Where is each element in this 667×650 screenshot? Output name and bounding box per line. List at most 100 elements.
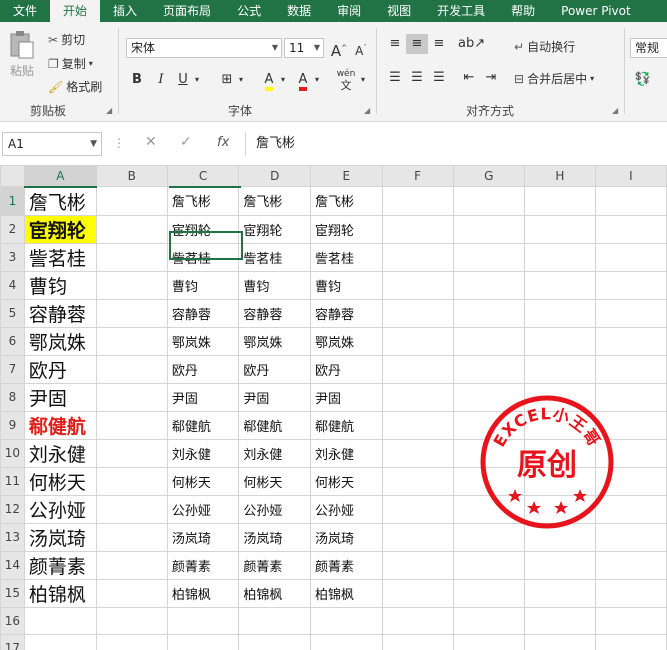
cell-f13[interactable] [381,522,454,552]
cell-e13[interactable]: 汤岚琦 [310,522,383,552]
cell-i4[interactable] [594,270,667,300]
cell-i16[interactable] [594,606,667,635]
font-launcher-icon[interactable]: ◢ [364,106,370,115]
column-header-d[interactable]: D [238,165,311,187]
cell-e3[interactable]: 訾茗桂 [310,242,383,272]
cell-f11[interactable] [381,466,454,496]
cell-a17[interactable] [23,633,97,650]
tab-data[interactable]: 数据 [274,0,324,22]
cell-b16[interactable] [95,606,168,635]
font-size-select[interactable]: 11 ▼ [284,38,324,58]
row-header[interactable]: 2 [0,214,25,244]
cell-f15[interactable] [381,578,454,608]
cell-d14[interactable]: 颜菁素 [238,550,311,580]
align-bottom-button[interactable]: ≡ [428,34,450,54]
cell-h4[interactable] [523,270,596,300]
cell-d16[interactable] [238,606,311,635]
cell-c10[interactable]: 刘永健 [166,438,240,468]
cell-g3[interactable] [452,242,525,272]
cell-g16[interactable] [452,606,525,635]
cell-i2[interactable] [594,214,667,244]
row-header[interactable]: 7 [0,354,25,384]
phonetic-dropdown[interactable]: ▾ [358,70,368,90]
cell-b10[interactable] [95,438,168,468]
cell-d1[interactable]: 詹飞彬 [238,186,311,216]
name-box[interactable]: A1 ▼ [2,132,102,156]
cell-c15[interactable]: 柏锦枫 [166,578,240,608]
paste-button[interactable]: 粘贴 [8,30,36,79]
cell-c9[interactable]: 郗健航 [166,410,240,440]
cell-i15[interactable] [594,578,667,608]
cell-b14[interactable] [95,550,168,580]
cell-d12[interactable]: 公孙娅 [238,494,311,524]
phonetic-button[interactable]: wén 文 [332,68,360,92]
decrease-font-size-button[interactable]: Aˇ [350,38,372,58]
cell-h6[interactable] [523,326,596,356]
tab-home[interactable]: 开始 [50,0,101,22]
tab-formulas[interactable]: 公式 [224,0,274,22]
cell-g6[interactable] [452,326,525,356]
cell-c14[interactable]: 颜菁素 [166,550,240,580]
cell-b13[interactable] [95,522,168,552]
cell-d15[interactable]: 柏锦枫 [238,578,311,608]
cell-d13[interactable]: 汤岚琦 [238,522,311,552]
fill-color-button[interactable]: A [258,70,280,91]
cell-e7[interactable]: 欧丹 [310,354,383,384]
cell-c12[interactable]: 公孙娅 [166,494,240,524]
cell-g14[interactable] [452,550,525,580]
cell-g1[interactable] [452,186,525,216]
bold-button[interactable]: B [126,70,148,90]
cell-e8[interactable]: 尹固 [310,382,383,412]
cell-a1[interactable]: 詹飞彬 [23,186,97,216]
cell-i3[interactable] [594,242,667,272]
tab-file[interactable]: 文件 [0,0,50,22]
cell-b2[interactable] [95,214,168,244]
cell-f12[interactable] [381,494,454,524]
cell-h14[interactable] [523,550,596,580]
row-header[interactable]: 15 [0,578,25,608]
column-header-i[interactable]: I [594,165,667,187]
cell-g2[interactable] [452,214,525,244]
tab-developer[interactable]: 开发工具 [424,0,498,22]
cell-f10[interactable] [381,438,454,468]
cell-e14[interactable]: 颜菁素 [310,550,383,580]
decrease-indent-button[interactable]: ⇤ [458,68,480,88]
cell-b5[interactable] [95,298,168,328]
cell-g7[interactable] [452,354,525,384]
cell-f4[interactable] [381,270,454,300]
cell-c13[interactable]: 汤岚琦 [166,522,240,552]
cell-h3[interactable] [523,242,596,272]
cell-e15[interactable]: 柏锦枫 [310,578,383,608]
align-center-button[interactable]: ☰ [406,68,428,88]
cell-c17[interactable] [166,633,240,650]
cell-f7[interactable] [381,354,454,384]
cell-b17[interactable] [95,633,168,650]
font-name-select[interactable]: 宋体 ▼ [126,38,282,58]
cell-a5[interactable]: 容静蓉 [23,298,97,328]
cell-f14[interactable] [381,550,454,580]
cell-a11[interactable]: 何彬天 [23,466,97,496]
cell-f5[interactable] [381,298,454,328]
border-button[interactable]: ⊞ [216,70,238,90]
orientation-button[interactable]: ab↗ [458,34,485,54]
align-middle-button[interactable]: ≡ [406,34,428,54]
cell-b12[interactable] [95,494,168,524]
cell-a6[interactable]: 鄂岚姝 [23,326,97,356]
cell-b11[interactable] [95,466,168,496]
column-header-h[interactable]: H [523,165,596,187]
underline-dropdown[interactable]: ▾ [192,70,202,90]
cell-c5[interactable]: 容静蓉 [166,298,240,328]
cell-f2[interactable] [381,214,454,244]
merge-center-button[interactable]: ⊟ 合并后居中 ▾ [514,70,594,87]
cell-c3[interactable]: 訾茗桂 [166,242,240,272]
cell-h7[interactable] [523,354,596,384]
cell-h2[interactable] [523,214,596,244]
cell-a9[interactable]: 郗健航 [23,410,97,440]
cell-d8[interactable]: 尹固 [238,382,311,412]
cut-button[interactable]: ✂ 剪切 [48,31,85,48]
row-header[interactable]: 3 [0,242,25,272]
cell-c7[interactable]: 欧丹 [166,354,240,384]
cell-f16[interactable] [381,606,454,635]
cell-h1[interactable] [523,186,596,216]
cell-a12[interactable]: 公孙娅 [23,494,97,524]
